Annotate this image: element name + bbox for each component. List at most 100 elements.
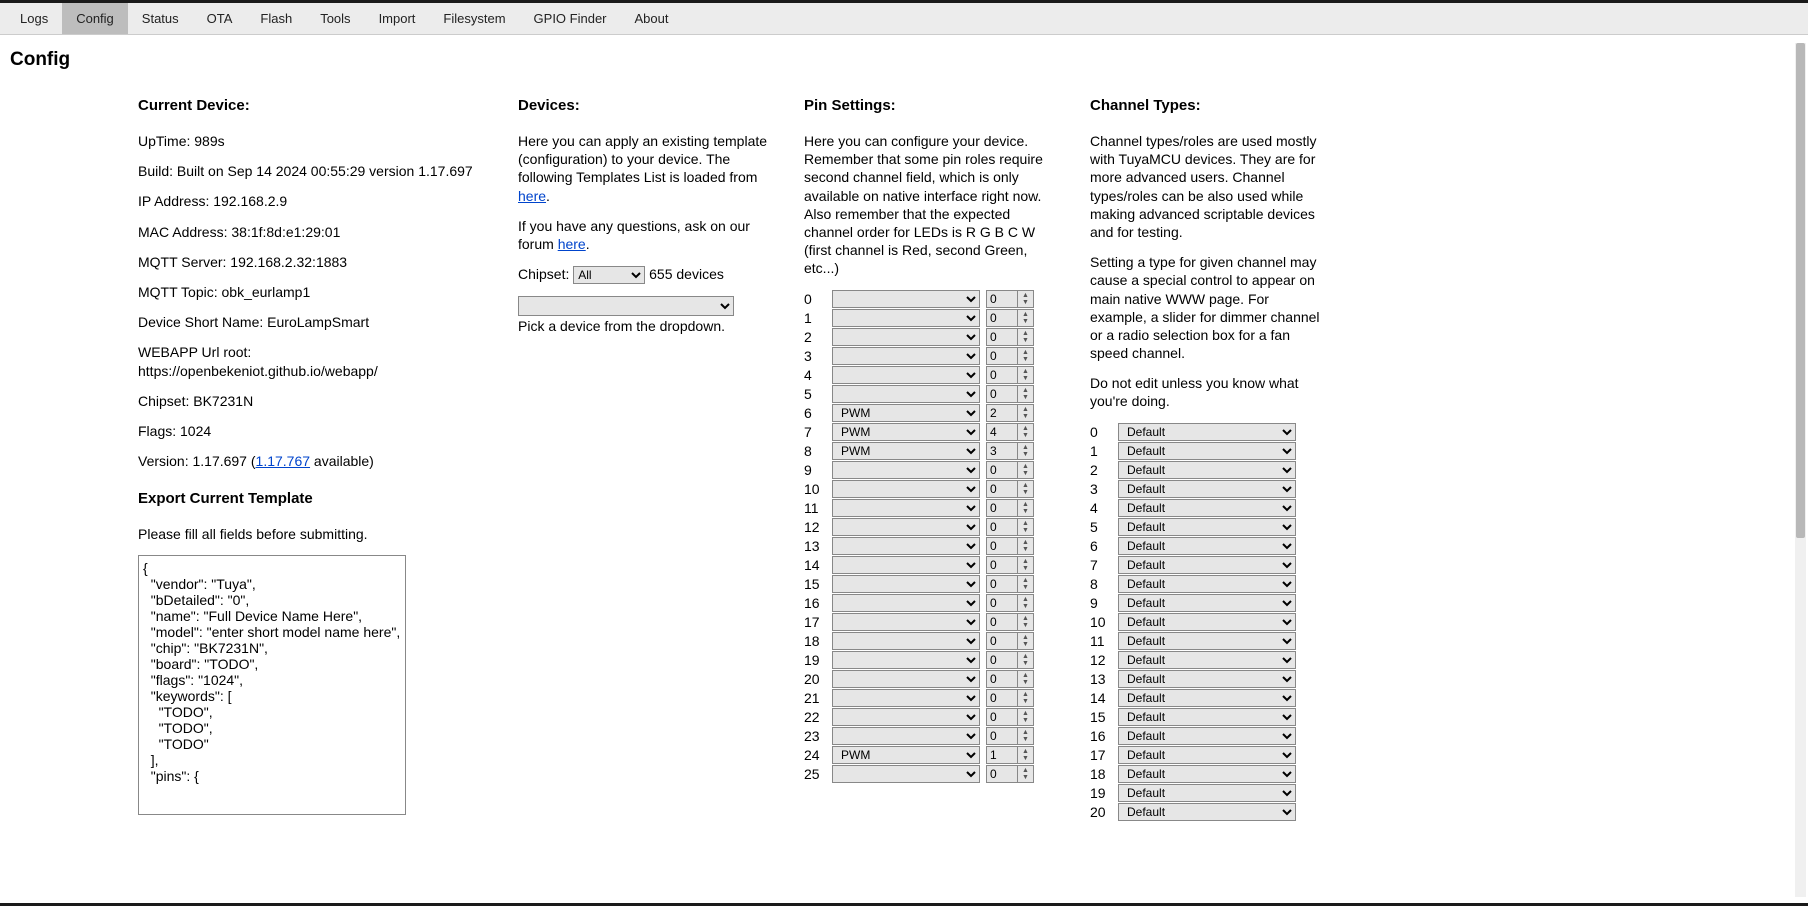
pin-channel-stepper[interactable]: ▲▼	[986, 461, 1034, 479]
channel-type-select[interactable]: Default	[1118, 556, 1296, 574]
pin-role-select[interactable]: PWM	[832, 404, 980, 422]
chevron-down-icon[interactable]: ▼	[1018, 489, 1033, 496]
spinner-buttons[interactable]: ▲▼	[1017, 690, 1033, 706]
chevron-up-icon[interactable]: ▲	[1018, 311, 1033, 318]
chevron-down-icon[interactable]: ▼	[1018, 432, 1033, 439]
pin-channel-stepper[interactable]: ▲▼	[986, 404, 1034, 422]
chevron-down-icon[interactable]: ▼	[1018, 584, 1033, 591]
spinner-buttons[interactable]: ▲▼	[1017, 443, 1033, 459]
channel-type-select[interactable]: Default	[1118, 689, 1296, 707]
channel-type-select[interactable]: Default	[1118, 746, 1296, 764]
spinner-buttons[interactable]: ▲▼	[1017, 709, 1033, 725]
chevron-up-icon[interactable]: ▲	[1018, 634, 1033, 641]
chevron-up-icon[interactable]: ▲	[1018, 425, 1033, 432]
pin-channel-stepper[interactable]: ▲▼	[986, 689, 1034, 707]
chevron-up-icon[interactable]: ▲	[1018, 596, 1033, 603]
spinner-buttons[interactable]: ▲▼	[1017, 652, 1033, 668]
pin-role-select[interactable]	[832, 632, 980, 650]
chevron-down-icon[interactable]: ▼	[1018, 318, 1033, 325]
chevron-up-icon[interactable]: ▲	[1018, 444, 1033, 451]
tab-gpio-finder[interactable]: GPIO Finder	[520, 3, 621, 34]
pin-channel-input[interactable]	[987, 367, 1017, 383]
pin-role-select[interactable]	[832, 613, 980, 631]
tab-logs[interactable]: Logs	[6, 3, 62, 34]
spinner-buttons[interactable]: ▲▼	[1017, 576, 1033, 592]
pin-role-select[interactable]	[832, 765, 980, 783]
channel-type-select[interactable]: Default	[1118, 765, 1296, 783]
chevron-up-icon[interactable]: ▲	[1018, 463, 1033, 470]
chevron-down-icon[interactable]: ▼	[1018, 641, 1033, 648]
channel-type-select[interactable]: Default	[1118, 803, 1296, 821]
pin-role-select[interactable]	[832, 556, 980, 574]
chevron-up-icon[interactable]: ▲	[1018, 368, 1033, 375]
pin-channel-input[interactable]	[987, 329, 1017, 345]
pin-role-select[interactable]	[832, 309, 980, 327]
channel-type-select[interactable]: Default	[1118, 632, 1296, 650]
chevron-down-icon[interactable]: ▼	[1018, 527, 1033, 534]
chevron-down-icon[interactable]: ▼	[1018, 622, 1033, 629]
chevron-down-icon[interactable]: ▼	[1018, 356, 1033, 363]
spinner-buttons[interactable]: ▲▼	[1017, 728, 1033, 744]
pin-channel-stepper[interactable]: ▲▼	[986, 556, 1034, 574]
forum-link[interactable]: here	[558, 236, 586, 252]
spinner-buttons[interactable]: ▲▼	[1017, 405, 1033, 421]
pin-channel-input[interactable]	[987, 557, 1017, 573]
chevron-down-icon[interactable]: ▼	[1018, 660, 1033, 667]
chevron-down-icon[interactable]: ▼	[1018, 698, 1033, 705]
pin-role-select[interactable]: PWM	[832, 442, 980, 460]
pin-role-select[interactable]: PWM	[832, 746, 980, 764]
channel-type-select[interactable]: Default	[1118, 480, 1296, 498]
pin-role-select[interactable]	[832, 328, 980, 346]
device-picker-select[interactable]	[518, 296, 734, 316]
pin-channel-input[interactable]	[987, 348, 1017, 364]
chevron-down-icon[interactable]: ▼	[1018, 679, 1033, 686]
pin-channel-input[interactable]	[987, 728, 1017, 744]
pin-channel-input[interactable]	[987, 709, 1017, 725]
pin-role-select[interactable]	[832, 708, 980, 726]
pin-channel-input[interactable]	[987, 633, 1017, 649]
chevron-down-icon[interactable]: ▼	[1018, 470, 1033, 477]
pin-channel-input[interactable]	[987, 405, 1017, 421]
chevron-up-icon[interactable]: ▲	[1018, 767, 1033, 774]
spinner-buttons[interactable]: ▲▼	[1017, 595, 1033, 611]
pin-channel-stepper[interactable]: ▲▼	[986, 575, 1034, 593]
pin-channel-input[interactable]	[987, 747, 1017, 763]
channel-type-select[interactable]: Default	[1118, 670, 1296, 688]
tab-status[interactable]: Status	[128, 3, 193, 34]
pin-role-select[interactable]: PWM	[832, 423, 980, 441]
pin-channel-input[interactable]	[987, 462, 1017, 478]
channel-type-select[interactable]: Default	[1118, 708, 1296, 726]
chevron-up-icon[interactable]: ▲	[1018, 501, 1033, 508]
pin-channel-stepper[interactable]: ▲▼	[986, 518, 1034, 536]
chevron-up-icon[interactable]: ▲	[1018, 520, 1033, 527]
spinner-buttons[interactable]: ▲▼	[1017, 671, 1033, 687]
chevron-down-icon[interactable]: ▼	[1018, 717, 1033, 724]
pin-channel-input[interactable]	[987, 310, 1017, 326]
spinner-buttons[interactable]: ▲▼	[1017, 633, 1033, 649]
spinner-buttons[interactable]: ▲▼	[1017, 519, 1033, 535]
pin-channel-input[interactable]	[987, 576, 1017, 592]
pin-channel-input[interactable]	[987, 671, 1017, 687]
tab-about[interactable]: About	[621, 3, 683, 34]
spinner-buttons[interactable]: ▲▼	[1017, 766, 1033, 782]
pin-channel-stepper[interactable]: ▲▼	[986, 423, 1034, 441]
pin-role-select[interactable]	[832, 366, 980, 384]
chevron-down-icon[interactable]: ▼	[1018, 546, 1033, 553]
chevron-down-icon[interactable]: ▼	[1018, 337, 1033, 344]
chevron-down-icon[interactable]: ▼	[1018, 603, 1033, 610]
chevron-up-icon[interactable]: ▲	[1018, 558, 1033, 565]
vertical-scrollbar[interactable]	[1795, 43, 1806, 897]
spinner-buttons[interactable]: ▲▼	[1017, 500, 1033, 516]
pin-role-select[interactable]	[832, 651, 980, 669]
templates-list-link[interactable]: here	[518, 188, 546, 204]
pin-channel-input[interactable]	[987, 500, 1017, 516]
pin-channel-input[interactable]	[987, 386, 1017, 402]
chevron-up-icon[interactable]: ▲	[1018, 482, 1033, 489]
pin-role-select[interactable]	[832, 727, 980, 745]
tab-flash[interactable]: Flash	[246, 3, 306, 34]
spinner-buttons[interactable]: ▲▼	[1017, 614, 1033, 630]
spinner-buttons[interactable]: ▲▼	[1017, 424, 1033, 440]
version-update-link[interactable]: 1.17.767	[256, 453, 311, 469]
pin-role-select[interactable]	[832, 518, 980, 536]
pin-channel-input[interactable]	[987, 766, 1017, 782]
